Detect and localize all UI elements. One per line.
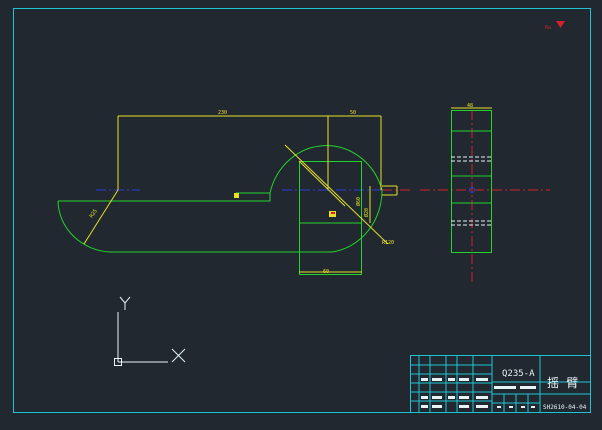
- hub-body: [299, 161, 362, 275]
- title-block-drawing-number: SH2610-04-04: [543, 404, 587, 411]
- dim-fillet: R120: [382, 240, 394, 246]
- dim-overall-length: 230: [218, 110, 227, 116]
- dim-center-offset: 50: [350, 110, 356, 116]
- ucs-x-label: X: [0, 0, 1, 1]
- roughness-symbol: [556, 21, 565, 28]
- drawing-canvas[interactable]: Ra 230 50 R25 R120 Ø20 Ø60 60 48 X Y Q23…: [0, 0, 602, 430]
- front-view: 230 50 R25 R120 Ø20 Ø60 60: [57, 110, 410, 275]
- side-dim-width: 48: [467, 103, 473, 109]
- hub-lower-arc: [270, 189, 383, 253]
- side-view: 48: [420, 103, 550, 282]
- ucs-y-glyph-a: [119, 296, 126, 304]
- dim-bottom: 60: [323, 269, 329, 275]
- dim-fillet-line: [284, 144, 389, 245]
- title-block-part-name: 摇 臂: [547, 376, 578, 390]
- ucs-y-glyph-b: [124, 296, 131, 304]
- title-block-material: Q235-A: [502, 369, 535, 379]
- hub-upper-arc: [269, 145, 383, 194]
- hub-diagonal: [298, 160, 346, 207]
- dim-bore: Ø60: [355, 197, 362, 206]
- arm-slot: [236, 192, 271, 202]
- drawing-border: [13, 8, 591, 413]
- roughness-label: Ra: [545, 25, 551, 31]
- arm-left-arc: [57, 200, 270, 253]
- hub-marker-red: [331, 212, 335, 214]
- ucs-icon: [114, 296, 186, 366]
- slot-marker: [234, 193, 239, 198]
- ucs-y-label: Y: [0, 0, 1, 1]
- surface-finish-mark: Ra: [545, 21, 565, 31]
- dim-radius: R25: [89, 208, 99, 219]
- dim-vertical: Ø20: [363, 208, 370, 217]
